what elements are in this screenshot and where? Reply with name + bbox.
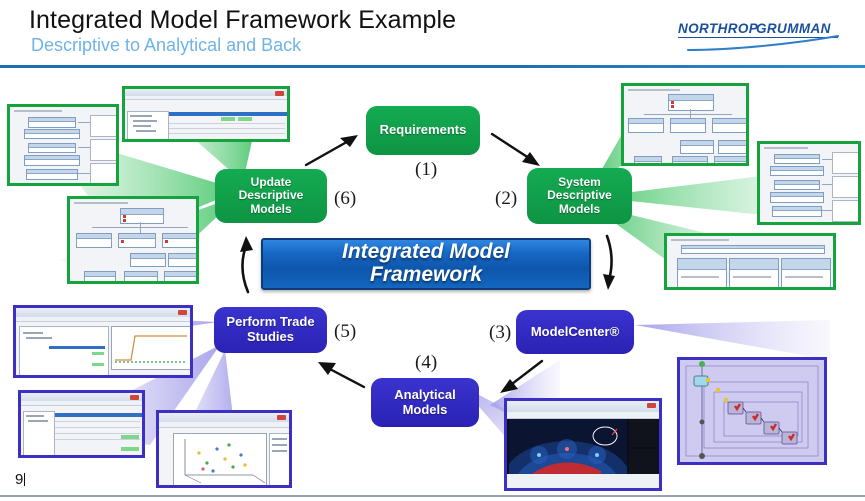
node-modelcenter[interactable]: ModelCenter® bbox=[516, 310, 634, 354]
node-requirements[interactable]: Requirements bbox=[366, 106, 480, 155]
thumbnail-trade-study-plot[interactable] bbox=[13, 305, 193, 378]
northrop-grumman-logo: NORTHROP GRUMMAN bbox=[672, 20, 840, 52]
node-modelcenter-label: ModelCenter® bbox=[530, 323, 620, 339]
thumbnail-requirements-table[interactable] bbox=[122, 86, 290, 142]
node-analytical-models[interactable]: Analytical Models bbox=[371, 378, 479, 427]
step-number-4: (4) bbox=[415, 352, 438, 373]
step-number-6: (6) bbox=[334, 188, 357, 209]
thumbnail-parameter-table[interactable] bbox=[18, 390, 145, 458]
page-subtitle: Descriptive to Analytical and Back bbox=[31, 35, 302, 55]
thumbnail-sysml-requirement-table[interactable] bbox=[664, 233, 836, 290]
thumbnail-simulation-3d[interactable] bbox=[504, 398, 662, 491]
text-caret bbox=[24, 473, 26, 486]
thumbnail-modelcenter-workflow[interactable] bbox=[677, 357, 827, 465]
node-update-descriptive-line1: Update bbox=[250, 174, 292, 189]
logo-text-northrop: NORTHROP bbox=[678, 21, 759, 36]
thumbnail-sysml-block-diagram[interactable] bbox=[7, 104, 119, 186]
node-requirements-label: Requirements bbox=[379, 122, 467, 138]
node-system-descriptive-line3: Models bbox=[558, 201, 601, 216]
thumbnail-scatter-3d[interactable] bbox=[156, 410, 292, 488]
node-update-descriptive-models[interactable]: Update Descriptive Models bbox=[215, 169, 327, 223]
arrow-analytical-to-trade bbox=[302, 353, 372, 401]
integrated-model-framework-banner: Integrated Model Framework bbox=[261, 238, 591, 290]
node-update-descriptive-line2: Descriptive bbox=[238, 188, 304, 203]
thumbnail-sysml-activity-diagram[interactable] bbox=[67, 196, 199, 284]
page-number-value: 9 bbox=[15, 471, 24, 488]
step-number-2: (2) bbox=[495, 188, 518, 209]
imf-banner-line2: Framework bbox=[369, 263, 483, 286]
footer-divider bbox=[0, 495, 865, 497]
node-analytical-line1: Analytical bbox=[394, 386, 456, 402]
logo-text-grumman: GRUMMAN bbox=[756, 21, 831, 36]
node-update-descriptive-line3: Models bbox=[250, 201, 292, 216]
node-system-descriptive-models[interactable]: System Descriptive Models bbox=[527, 168, 632, 224]
node-system-descriptive-line2: Descriptive bbox=[547, 188, 612, 203]
page-title: Integrated Model Framework Example bbox=[29, 6, 457, 34]
header-divider bbox=[0, 65, 865, 68]
node-trade-line2: Studies bbox=[247, 329, 294, 344]
node-trade-line1: Perform Trade bbox=[226, 314, 315, 330]
imf-banner-line1: Integrated Model bbox=[341, 240, 510, 264]
step-number-3: (3) bbox=[489, 322, 512, 343]
thumbnail-sysml-parametric-diagram[interactable] bbox=[757, 141, 861, 225]
arrow-trade-to-update bbox=[232, 232, 262, 296]
node-perform-trade-studies[interactable]: Perform Trade Studies bbox=[214, 307, 327, 353]
arrow-modelcenter-to-analytical bbox=[494, 355, 554, 403]
node-system-descriptive-line1: System bbox=[558, 174, 601, 189]
step-number-1: (1) bbox=[415, 159, 438, 180]
page-number: 9 bbox=[15, 471, 26, 488]
step-number-5: (5) bbox=[334, 321, 357, 342]
node-analytical-line2: Models bbox=[402, 401, 448, 417]
thumbnail-sysml-hierarchy-diagram[interactable] bbox=[621, 83, 749, 166]
arrow-system-to-modelcenter bbox=[595, 232, 625, 294]
